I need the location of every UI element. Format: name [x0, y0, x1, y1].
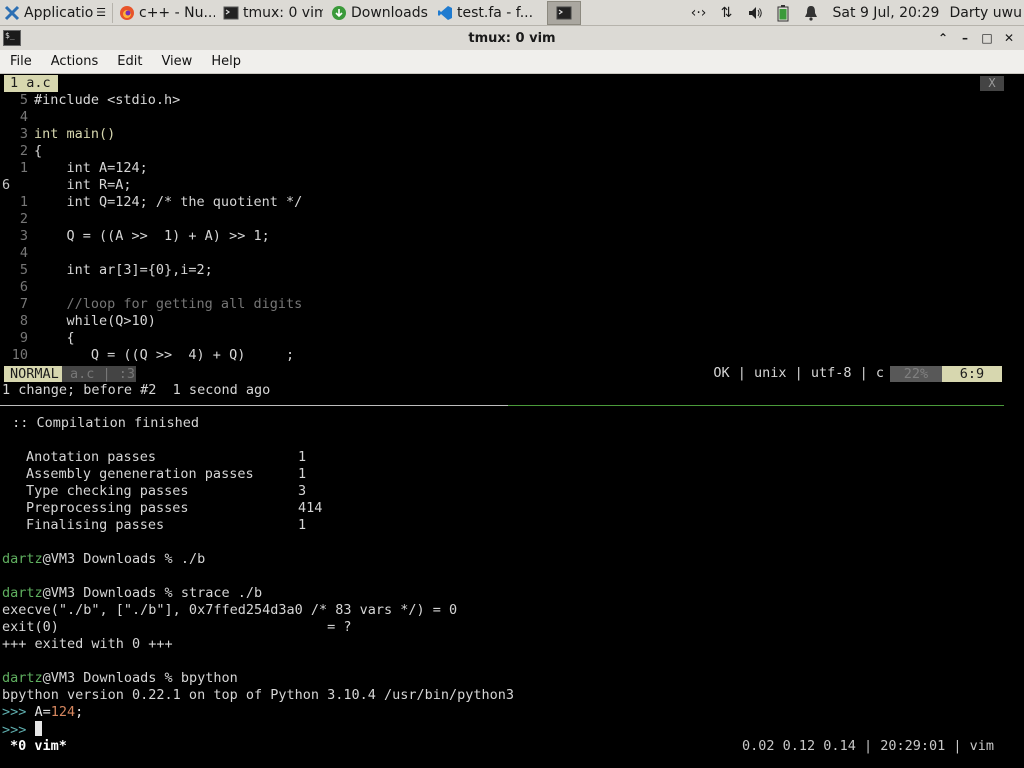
vim-tab[interactable]: 1 a.c [4, 75, 58, 92]
code-line[interactable]: 6 [0, 279, 34, 296]
menu-view[interactable]: View [151, 54, 201, 69]
window-maximize-button[interactable]: □ [976, 28, 998, 48]
vim-file-info: OK | unix | utf-8 | c [713, 365, 884, 381]
terminal-icon [223, 5, 239, 21]
window-minimize-button[interactable]: – [954, 28, 976, 48]
menubar: File Actions Edit View Help [0, 50, 1024, 74]
menu-help[interactable]: Help [201, 54, 250, 69]
firefox-icon [119, 5, 135, 21]
volume-icon[interactable] [746, 4, 764, 22]
code-line[interactable]: 4 [0, 109, 34, 126]
user-name[interactable]: Darty uwu [949, 5, 1022, 21]
code-line[interactable]: 1 int Q=124; /* the quotient */ [0, 194, 302, 211]
taskbar-task-terminal-active[interactable] [547, 0, 581, 25]
taskbar: Applications ☰ c++ - Nu... tmux: 0 vim D… [0, 0, 1024, 26]
bpython-version: bpython version 0.22.1 on top of Python … [2, 687, 515, 703]
terminal-area[interactable]: 1 a.c X 5 #include <stdio.h> 4 3 int main(… [0, 75, 1024, 768]
pass-row: Finalising passes 1 [26, 517, 307, 533]
window-controls: ⌃ – □ ✕ [932, 28, 1020, 48]
code-line[interactable]: 5 int ar[3]={0},i=2; [0, 262, 213, 279]
taskbar-separator [112, 2, 113, 23]
code-line[interactable]: 2{ [0, 143, 42, 160]
code-line[interactable]: 10 Q = ((Q >> 4) + Q) ; [0, 347, 294, 364]
task-label: Downloads [351, 4, 428, 21]
tmux-statusbar: *0 vim* 0.02 0.12 0.14 | 20:29:01 | vim [0, 738, 1024, 755]
code-line[interactable]: 8 while(Q>10) [0, 313, 156, 330]
pass-row: Assembly geneneration passes 1 [26, 466, 307, 482]
vim-cursor-position: 6:9 [942, 366, 1002, 382]
vim-tab-close-button[interactable]: X [980, 76, 1004, 91]
xfce-logo-icon [4, 5, 20, 21]
task-label: c++ - Nu... [139, 4, 215, 21]
taskbar-task-downloads[interactable]: Downloads [327, 1, 433, 25]
applications-menu-button[interactable]: Applications ☰ [0, 1, 110, 25]
python-prompt-line[interactable]: >>> [2, 721, 42, 738]
pass-row: Preprocessing passes 414 [26, 500, 323, 516]
menu-edit[interactable]: Edit [107, 54, 151, 69]
code-line[interactable]: 2 [0, 211, 34, 228]
code-line[interactable]: 3 int main() [0, 126, 115, 143]
taskbar-task-vscode[interactable]: test.fa - f... [433, 1, 545, 25]
tmux-window-label[interactable]: *0 vim* [10, 738, 67, 755]
vim-message-line: 1 change; before #2 1 second ago [2, 382, 271, 398]
terminal-window-icon[interactable]: $_ [3, 30, 21, 46]
vim-file-indicator: a.c | :3 [62, 366, 136, 382]
shell-command-line: dartz@VM3 Downloads % bpython [2, 670, 238, 686]
shell-command-line: dartz@VM3 Downloads % ./b [2, 551, 206, 567]
battery-icon[interactable] [774, 4, 792, 22]
system-tray: ‹·› ⇅ Sat 9 Jul, 20:29 Darty uwu [685, 1, 1024, 25]
strace-output: exit(0) = ? [2, 619, 352, 635]
code-line[interactable]: 7 //loop for getting all digits [0, 296, 302, 313]
strace-output: execve("./b", ["./b"], 0x7ffed254d3a0 /*… [2, 602, 458, 618]
taskbar-task-tmux[interactable]: tmux: 0 vim [219, 1, 327, 25]
network-icon[interactable]: ⇅ [718, 4, 736, 22]
vim-tabline: 1 a.c X [0, 75, 1024, 92]
taskbar-task-firefox[interactable]: c++ - Nu... [115, 1, 219, 25]
code-line-current[interactable]: 6 int R=A; [0, 177, 132, 194]
window-close-button[interactable]: ✕ [998, 28, 1020, 48]
python-input-line: >>> A=124; [2, 704, 84, 720]
notification-bell-icon[interactable] [802, 4, 820, 22]
code-arrows-icon[interactable]: ‹·› [690, 4, 708, 22]
shell-command-line: dartz@VM3 Downloads % strace ./b [2, 585, 263, 601]
window-title: tmux: 0 vim [468, 30, 556, 46]
download-icon [331, 5, 347, 21]
strace-output: +++ exited with 0 +++ [2, 636, 173, 652]
window-shade-button[interactable]: ⌃ [932, 28, 954, 48]
vscode-icon [437, 5, 453, 21]
applications-arrow-icon: ☰ [96, 6, 106, 19]
window-titlebar[interactable]: $_ tmux: 0 vim ⌃ – □ ✕ [0, 26, 1024, 50]
code-line[interactable]: 3 Q = ((A >> 1) + A) >> 1; [0, 228, 270, 245]
code-line[interactable]: 4 [0, 245, 34, 262]
pass-row: Type checking passes 3 [26, 483, 307, 499]
menu-file[interactable]: File [0, 54, 41, 69]
text-cursor [34, 721, 42, 736]
tmux-status-right: 0.02 0.12 0.14 | 20:29:01 | vim [742, 738, 994, 754]
compile-header: :: Compilation finished [4, 415, 200, 431]
applications-label: Applications [24, 4, 94, 21]
clock[interactable]: Sat 9 Jul, 20:29 [833, 5, 940, 21]
terminal-icon [556, 5, 572, 21]
vim-mode-indicator: NORMAL [4, 366, 62, 382]
menu-actions[interactable]: Actions [41, 54, 108, 69]
task-label: tmux: 0 vim [243, 4, 323, 21]
vim-scroll-percent: 22% [890, 366, 942, 382]
pass-row: Anotation passes 1 [26, 449, 307, 465]
task-label: test.fa - f... [457, 4, 534, 21]
code-line[interactable]: 9 { [0, 330, 75, 347]
code-line[interactable]: 1 int A=124; [0, 160, 148, 177]
tmux-pane-divider[interactable] [0, 405, 1024, 407]
code-line[interactable]: 5 #include <stdio.h> [0, 92, 180, 109]
vim-statusline: NORMAL a.c | :3 OK | unix | utf-8 | c 22… [0, 365, 1024, 382]
